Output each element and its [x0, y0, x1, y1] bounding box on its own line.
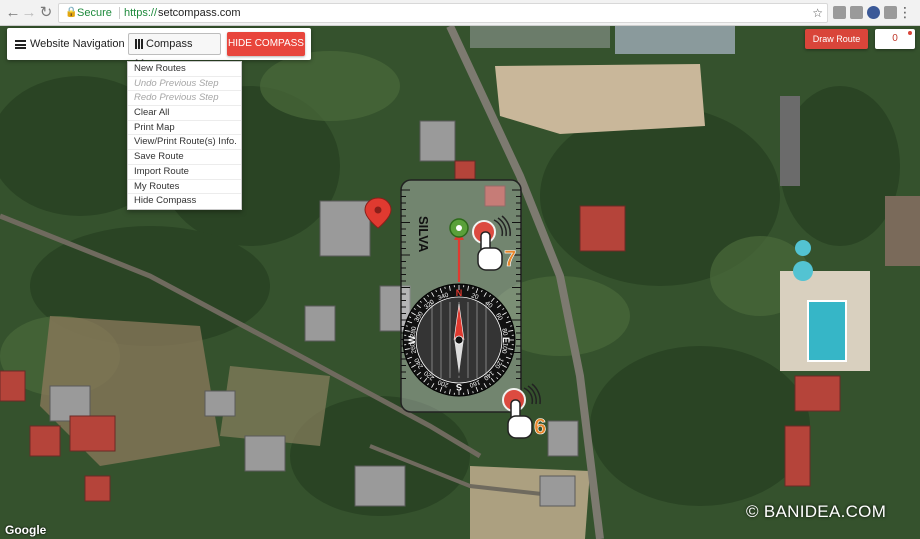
extension-icon[interactable]	[867, 6, 880, 19]
menu-item-my-routes[interactable]: My Routes	[128, 180, 241, 195]
extension-icon[interactable]	[884, 6, 897, 19]
menu-item-undo[interactable]: Undo Previous Step	[128, 77, 241, 92]
lock-icon: 🔒	[65, 7, 78, 18]
website-navigation-button[interactable]: Website Navigation	[15, 28, 125, 60]
compass-menu-dropdown: New Routes Undo Previous Step Redo Previ…	[127, 61, 242, 210]
reload-icon[interactable]: ↻	[37, 4, 55, 22]
menu-item-new-routes[interactable]: New Routes	[128, 62, 241, 77]
bookmark-star-icon[interactable]: ☆	[812, 4, 823, 22]
callout-step-6-number: 6	[534, 414, 546, 439]
compass-toolbar: Website Navigation Compass Menu HIDE COM…	[7, 28, 311, 70]
needle-pivot	[454, 335, 464, 345]
bezel-tick	[444, 391, 446, 394]
menu-item-hide-compass[interactable]: Hide Compass	[128, 194, 241, 209]
bezel-tick	[405, 325, 408, 327]
watermark: © BANIDEA.COM	[746, 502, 887, 521]
google-attribution: Google	[5, 523, 47, 537]
menu-item-import-route[interactable]: Import Route	[128, 165, 241, 180]
address-separator	[119, 7, 120, 19]
cardinal-s: S	[456, 382, 462, 392]
bezel-tick	[510, 353, 513, 355]
menu-item-save-route[interactable]: Save Route	[128, 150, 241, 165]
extension-icon[interactable]	[833, 6, 846, 19]
menu-item-view-print-route-info[interactable]: View/Print Route(s) Info.	[128, 135, 241, 151]
bezel-tick	[444, 286, 446, 289]
url-scheme: https://	[124, 7, 158, 19]
extension-icon[interactable]	[850, 6, 863, 19]
route-count-dot-icon	[908, 31, 912, 35]
cardinal-w: W	[407, 335, 417, 344]
compass-brand: SILVA	[416, 216, 431, 253]
bezel-tick	[472, 391, 474, 394]
forward-arrow-icon[interactable]: →	[20, 4, 38, 22]
menu-item-clear-all[interactable]: Clear All	[128, 106, 241, 121]
draw-route-button[interactable]: Draw Route	[805, 29, 868, 49]
browser-toolbar: ← → ↻ 🔒 Secure https:// setcompass.com ☆…	[0, 0, 920, 26]
route-count-field[interactable]: 0	[875, 29, 915, 49]
address-bar[interactable]: 🔒 Secure https:// setcompass.com ☆	[58, 3, 828, 23]
cardinal-e: E	[501, 337, 511, 343]
menu-item-print-map[interactable]: Print Map	[128, 121, 241, 136]
bezel-tick	[472, 286, 474, 289]
callout-step-6-hand-icon	[507, 415, 533, 439]
menu-item-redo[interactable]: Redo Previous Step	[128, 91, 241, 107]
cardinal-n: N	[456, 288, 463, 298]
callout-step-7-hand-icon	[477, 247, 503, 271]
compass-menu-button[interactable]: Compass Menu	[128, 33, 221, 70]
secure-label: Secure	[77, 7, 112, 19]
route-count-value: 0	[892, 33, 898, 44]
bezel-tick	[405, 353, 408, 355]
url-host: setcompass.com	[158, 7, 241, 19]
column-bars-icon	[135, 39, 143, 50]
callout-step-7-number: 7	[504, 246, 516, 271]
hamburger-icon	[15, 39, 26, 49]
hide-compass-button[interactable]: HIDE COMPASS	[227, 32, 305, 56]
target-marker-center	[456, 225, 462, 231]
bezel-tick	[510, 325, 513, 327]
browser-menu-icon[interactable]: ⋮	[898, 4, 912, 20]
website-navigation-label: Website Navigation	[30, 38, 125, 50]
